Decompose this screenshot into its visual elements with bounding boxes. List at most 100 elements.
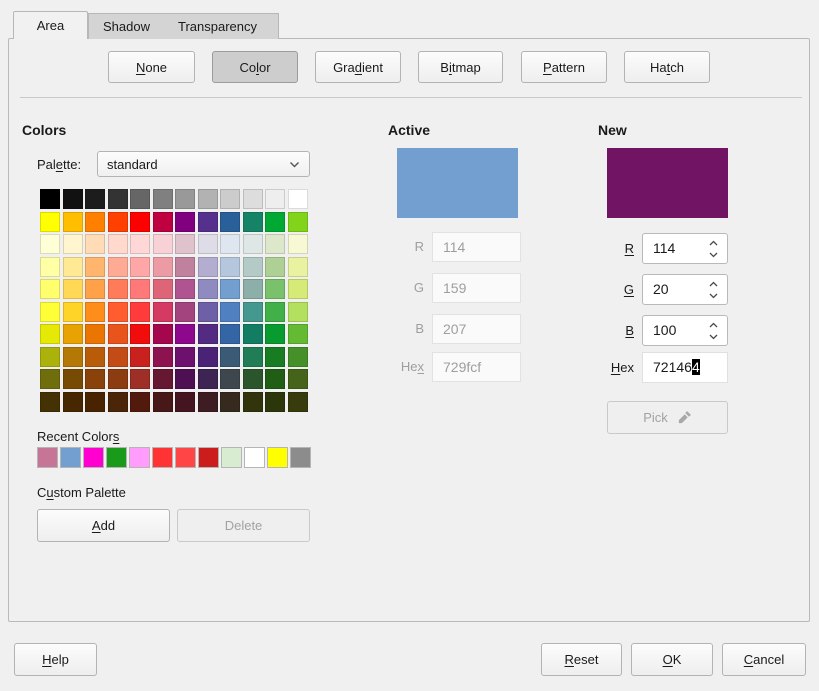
palette-swatch[interactable] (130, 369, 150, 389)
palette-swatch[interactable] (265, 369, 285, 389)
palette-swatch[interactable] (220, 392, 240, 412)
palette-swatch[interactable] (63, 257, 83, 277)
palette-swatch[interactable] (130, 189, 150, 209)
recent-color-swatch[interactable] (221, 447, 242, 468)
palette-swatch[interactable] (175, 212, 195, 232)
palette-swatch[interactable] (63, 347, 83, 367)
palette-swatch[interactable] (220, 369, 240, 389)
new-b-spinner[interactable]: 100 (642, 315, 728, 346)
palette-swatch[interactable] (85, 234, 105, 254)
new-hex-field[interactable]: 721464 (642, 352, 728, 383)
palette-swatch[interactable] (130, 302, 150, 322)
palette-swatch[interactable] (265, 212, 285, 232)
palette-swatch[interactable] (63, 392, 83, 412)
palette-swatch[interactable] (198, 189, 218, 209)
palette-swatch[interactable] (175, 234, 195, 254)
palette-swatch[interactable] (220, 234, 240, 254)
add-button[interactable]: Add (37, 509, 170, 542)
palette-swatch[interactable] (220, 324, 240, 344)
palette-swatch[interactable] (85, 189, 105, 209)
delete-button[interactable]: Delete (177, 509, 310, 542)
palette-swatch[interactable] (175, 392, 195, 412)
palette-swatch[interactable] (85, 392, 105, 412)
recent-color-swatch[interactable] (83, 447, 104, 468)
palette-swatch[interactable] (153, 189, 173, 209)
palette-swatch[interactable] (220, 189, 240, 209)
palette-swatch[interactable] (85, 257, 105, 277)
palette-swatch[interactable] (63, 302, 83, 322)
palette-swatch[interactable] (130, 347, 150, 367)
palette-swatch[interactable] (108, 302, 128, 322)
fill-bitmap-button[interactable]: Bitmap (418, 51, 503, 83)
palette-swatch[interactable] (288, 212, 308, 232)
new-g-spinner[interactable]: 20 (642, 274, 728, 305)
palette-swatch[interactable] (243, 347, 263, 367)
cancel-button[interactable]: Cancel (722, 643, 806, 676)
help-button[interactable]: Help (14, 643, 97, 676)
palette-swatch[interactable] (108, 392, 128, 412)
palette-swatch[interactable] (175, 189, 195, 209)
palette-swatch[interactable] (243, 234, 263, 254)
palette-swatch[interactable] (243, 189, 263, 209)
palette-swatch[interactable] (175, 257, 195, 277)
palette-swatch[interactable] (85, 212, 105, 232)
fill-color-button[interactable]: Color (212, 51, 298, 83)
palette-swatch[interactable] (243, 369, 263, 389)
palette-swatch[interactable] (153, 257, 173, 277)
palette-swatch[interactable] (40, 392, 60, 412)
fill-none-button[interactable]: None (108, 51, 195, 83)
palette-swatch[interactable] (220, 212, 240, 232)
palette-swatch[interactable] (40, 257, 60, 277)
palette-swatch[interactable] (108, 347, 128, 367)
palette-swatch[interactable] (288, 257, 308, 277)
palette-swatch[interactable] (153, 212, 173, 232)
palette-swatch[interactable] (130, 212, 150, 232)
recent-color-swatch[interactable] (198, 447, 219, 468)
palette-swatch[interactable] (288, 302, 308, 322)
palette-swatch[interactable] (153, 234, 173, 254)
palette-swatch[interactable] (108, 189, 128, 209)
palette-swatch[interactable] (265, 347, 285, 367)
palette-swatch[interactable] (63, 212, 83, 232)
palette-swatch[interactable] (130, 324, 150, 344)
fill-pattern-button[interactable]: Pattern (521, 51, 607, 83)
palette-swatch[interactable] (130, 257, 150, 277)
palette-swatch[interactable] (85, 369, 105, 389)
palette-swatch[interactable] (40, 302, 60, 322)
palette-swatch[interactable] (220, 257, 240, 277)
palette-swatch[interactable] (265, 257, 285, 277)
palette-swatch[interactable] (288, 392, 308, 412)
palette-swatch[interactable] (85, 279, 105, 299)
recent-color-swatch[interactable] (175, 447, 196, 468)
palette-swatch[interactable] (108, 369, 128, 389)
palette-swatch[interactable] (130, 279, 150, 299)
palette-swatch[interactable] (288, 347, 308, 367)
ok-button[interactable]: OK (631, 643, 713, 676)
recent-color-swatch[interactable] (37, 447, 58, 468)
spinner-arrows-icon[interactable] (708, 320, 719, 342)
tab-transparency[interactable]: Transparency (164, 14, 271, 39)
palette-swatch[interactable] (175, 347, 195, 367)
palette-swatch[interactable] (108, 212, 128, 232)
palette-swatch[interactable] (175, 324, 195, 344)
palette-swatch[interactable] (108, 324, 128, 344)
recent-color-swatch[interactable] (60, 447, 81, 468)
palette-swatch[interactable] (198, 369, 218, 389)
palette-swatch[interactable] (153, 324, 173, 344)
pick-button[interactable]: Pick (607, 401, 728, 434)
recent-color-swatch[interactable] (290, 447, 311, 468)
palette-swatch[interactable] (40, 189, 60, 209)
palette-swatch[interactable] (198, 257, 218, 277)
palette-swatch[interactable] (153, 302, 173, 322)
palette-swatch[interactable] (153, 279, 173, 299)
palette-swatch[interactable] (85, 302, 105, 322)
palette-swatch[interactable] (243, 324, 263, 344)
palette-swatch[interactable] (265, 189, 285, 209)
palette-swatch[interactable] (198, 347, 218, 367)
spinner-arrows-icon[interactable] (708, 238, 719, 260)
palette-select[interactable]: standard (97, 151, 310, 177)
palette-swatch[interactable] (130, 234, 150, 254)
palette-swatch[interactable] (108, 279, 128, 299)
recent-color-swatch[interactable] (106, 447, 127, 468)
palette-swatch[interactable] (175, 302, 195, 322)
